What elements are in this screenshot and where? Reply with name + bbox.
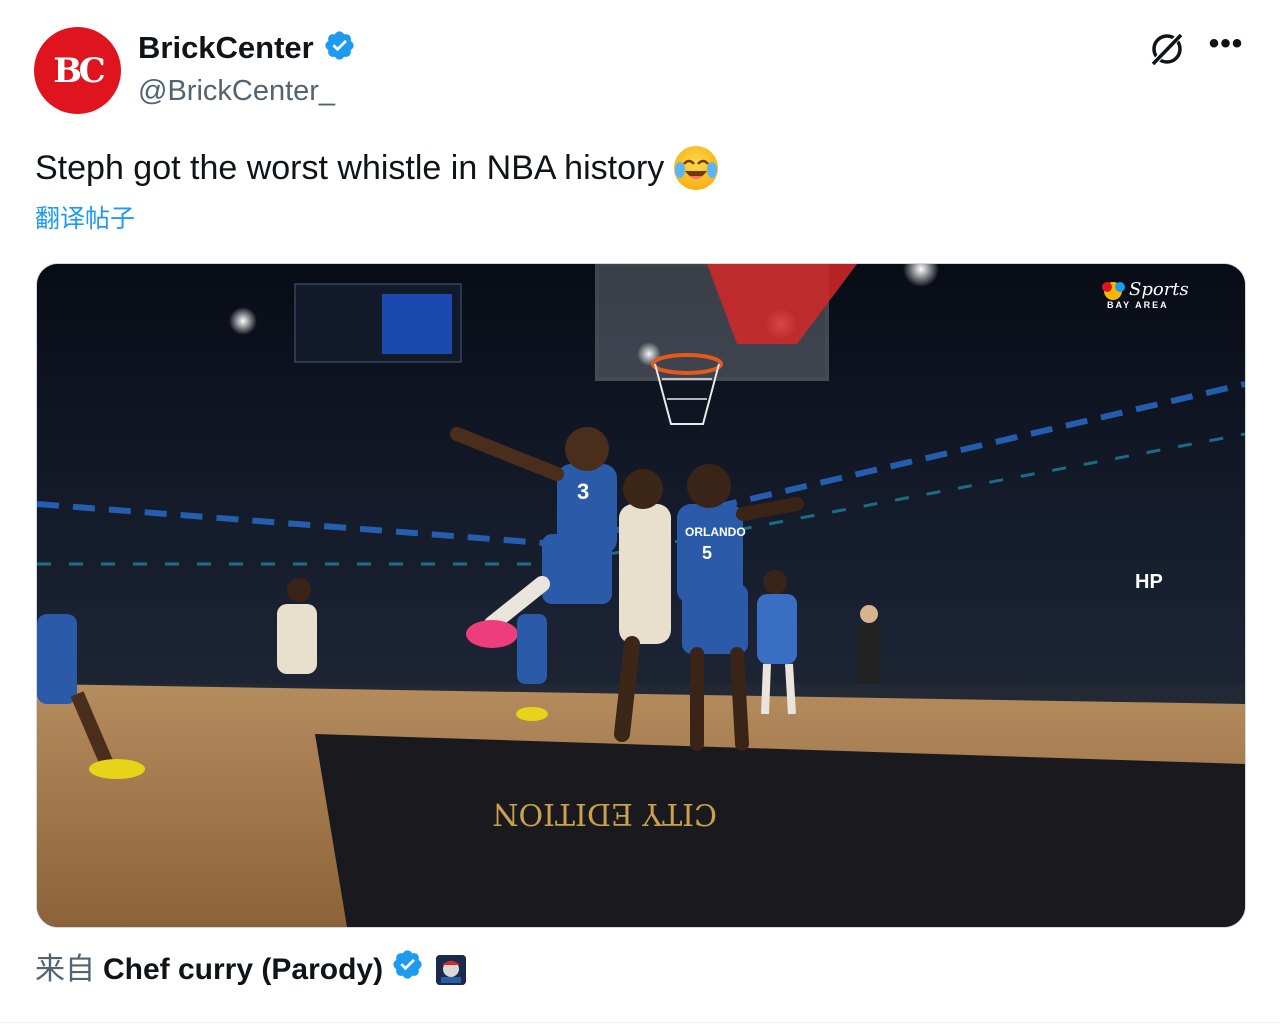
svg-text:Sports: Sports (1129, 279, 1189, 300)
tweet-text: Steph got the worst whistle in NBA histo… (35, 149, 665, 187)
more-options-icon[interactable]: ••• (1206, 29, 1246, 66)
author-name-row: BrickCenter (138, 29, 356, 67)
svg-text:BAY AREA: BAY AREA (1107, 300, 1169, 310)
source-prefix: 来自 (35, 953, 95, 986)
source-affiliate-badge-icon (436, 955, 467, 985)
author-display-name[interactable]: BrickCenter (138, 30, 314, 66)
avatar-logo: BC (53, 50, 105, 91)
face-with-tears-of-joy-icon (674, 146, 719, 190)
referee (857, 605, 881, 684)
source-attribution: 来自 Chef curry (Parody) (35, 948, 467, 992)
jersey-number-3: 3 (577, 479, 589, 504)
author-avatar[interactable]: BC (34, 27, 121, 114)
court-text: CITY EDITION (492, 796, 717, 831)
grok-icon[interactable] (1148, 30, 1186, 68)
source-verified-badge-icon (391, 948, 424, 992)
source-account-name[interactable]: Chef curry (Parody) (103, 950, 383, 990)
author-handle[interactable]: @BrickCenter_ (138, 73, 335, 109)
divider (0, 1022, 1280, 1023)
verified-badge-icon (323, 29, 356, 67)
translate-post-link[interactable]: 翻译帖子 (35, 202, 135, 236)
arena-sign: HP (1135, 571, 1163, 593)
tweet-text-row: Steph got the worst whistle in NBA histo… (35, 146, 719, 190)
jersey-number-5: 5 (702, 543, 712, 563)
tweet-media-video[interactable]: CITY EDITION 3 ORLANDO 5 HP Sports BAY A… (36, 263, 1246, 928)
jersey-team: ORLANDO (685, 525, 746, 539)
